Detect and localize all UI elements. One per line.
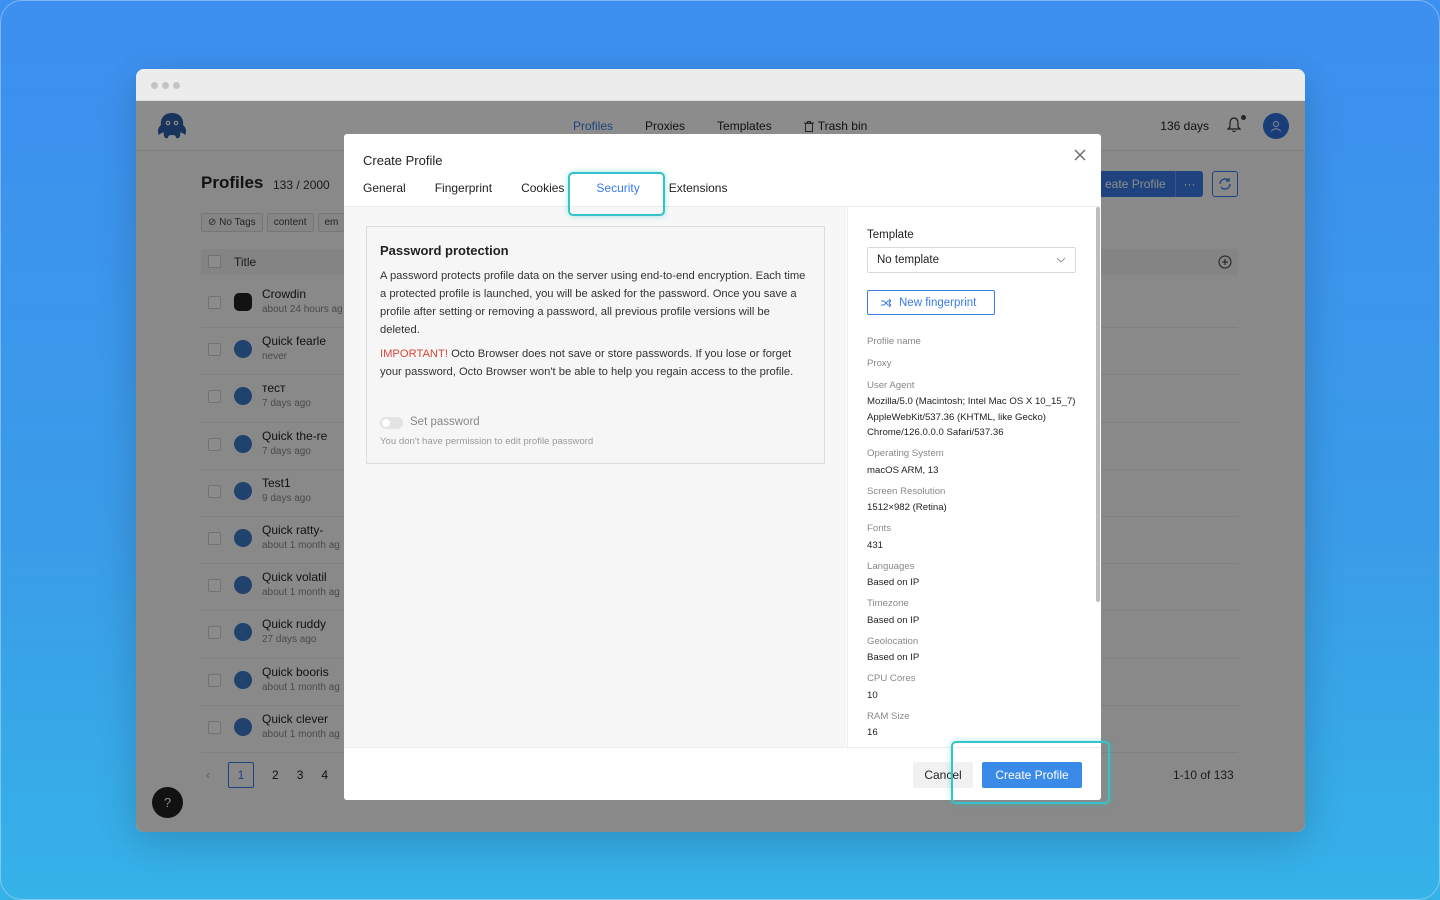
field-value: Based on IP (867, 615, 920, 626)
field-label: Fonts (867, 523, 891, 534)
new-fingerprint-button[interactable]: New fingerprint (867, 290, 995, 315)
tab-cookies[interactable]: Cookies (521, 181, 564, 209)
field-label: Languages (867, 561, 915, 572)
field-label: User Agent (867, 380, 915, 391)
field-value: Mozilla/5.0 (Macintosh; Intel Mac OS X 1… (867, 396, 1076, 439)
new-fingerprint-label: New fingerprint (899, 296, 977, 309)
security-pane: Password protection A password protects … (344, 207, 846, 747)
profile-summary-pane: Template No template New fingerprint Pro… (847, 207, 1101, 747)
template-value: No template (877, 254, 940, 266)
permission-note: You don't have permission to edit profil… (380, 436, 594, 447)
window-titlebar (136, 69, 1305, 101)
field-label: Screen Resolution (867, 486, 946, 497)
create-profile-modal: Create Profile General Fingerprint Cooki… (344, 134, 1101, 800)
password-description: A password protects profile data on the … (380, 270, 806, 336)
field-label: Profile name (867, 336, 921, 347)
field-label: Operating System (867, 448, 944, 459)
field-value: 16 (867, 727, 878, 738)
window-controls[interactable] (151, 82, 180, 89)
chevron-down-icon (1056, 257, 1066, 263)
create-profile-submit-button[interactable]: Create Profile (982, 762, 1082, 788)
important-label: IMPORTANT! (380, 348, 448, 360)
modal-title: Create Profile (363, 153, 443, 168)
template-select[interactable]: No template (867, 247, 1076, 273)
shuffle-icon (881, 298, 891, 307)
cancel-button[interactable]: Cancel (913, 762, 973, 788)
password-protection-card: Password protection A password protects … (366, 226, 825, 464)
field-label: Proxy (867, 358, 892, 369)
window-dot[interactable] (151, 82, 158, 89)
tab-security[interactable]: Security (596, 181, 641, 209)
field-label: CPU Cores (867, 673, 916, 684)
field-value: 10 (867, 690, 878, 701)
scrollbar[interactable] (1096, 207, 1100, 602)
close-icon[interactable] (1073, 148, 1087, 162)
template-label: Template (867, 229, 914, 241)
password-heading: Password protection (380, 243, 509, 258)
field-value: macOS ARM, 13 (867, 465, 939, 476)
field-label: Geolocation (867, 636, 919, 647)
window-dot[interactable] (173, 82, 180, 89)
tab-general[interactable]: General (363, 181, 406, 209)
modal-footer: Cancel Create Profile (344, 747, 1101, 800)
field-value: 431 (867, 540, 884, 551)
window-dot[interactable] (162, 82, 169, 89)
tab-fingerprint[interactable]: Fingerprint (435, 181, 492, 209)
set-password-label: Set password (410, 416, 480, 428)
field-label: RAM Size (867, 711, 910, 722)
modal-tabs: General Fingerprint Cookies Security Ext… (363, 181, 756, 209)
field-label: Timezone (867, 598, 909, 609)
field-value: Based on IP (867, 652, 920, 663)
field-value: 1512×982 (Retina) (867, 502, 947, 513)
tab-extensions[interactable]: Extensions (669, 181, 728, 209)
set-password-toggle[interactable] (380, 417, 403, 429)
password-warning: IMPORTANT! Octo Browser does not save or… (380, 345, 812, 381)
field-value: Based on IP (867, 577, 920, 588)
